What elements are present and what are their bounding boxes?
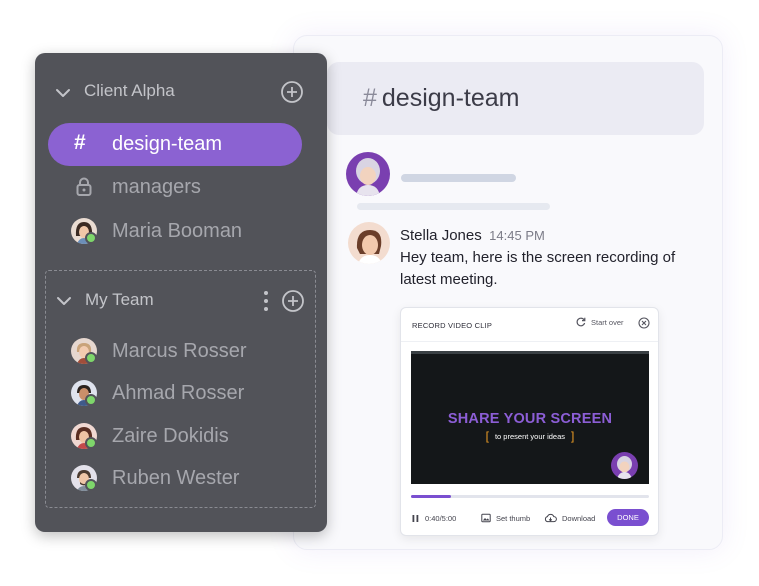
add-circle-icon[interactable] [280,80,304,104]
video-progress-fill [411,495,452,498]
video-headline: SHARE YOUR SCREEN [447,411,613,427]
cloud-download-icon [544,513,557,523]
chevron-down-icon[interactable] [54,84,72,102]
download-label: Download [562,513,596,523]
video-subtext: to present your ideas [494,431,566,441]
refresh-icon [576,317,586,327]
message-meta: Stella Jones 14:45 PM [400,227,545,245]
video-clip-card: RECORD VIDEO CLIP Start over SHARE YOUR … [400,307,659,536]
chat-panel: # design-team Stella Jones 14:45 PM Hey … [293,35,723,550]
sidebar-item-maria-booman[interactable]: Maria Booman [71,218,301,246]
sidebar-item-label: Zaire Dokidis [112,425,229,447]
message-placeholder-line [401,174,516,182]
add-circle-icon[interactable] [281,289,305,313]
channel-hash-icon: # [363,84,377,112]
workspace-header[interactable]: Client Alpha [54,80,306,104]
playback-time: 0:40/5:00 [425,513,457,523]
download-button[interactable]: Download [544,509,595,527]
start-over-label: Start over [591,317,624,327]
channel-header: # design-team [327,62,704,135]
playback-control: 0:40/5:00 [411,509,456,527]
sidebar-item-design-team[interactable]: # design-team [48,123,302,166]
team-header[interactable]: My Team [55,288,307,314]
message-sender[interactable]: Stella Jones [400,227,482,244]
message-placeholder-line [357,203,550,210]
bracket-left-icon: [ [485,429,489,443]
chevron-down-icon[interactable] [55,292,73,310]
done-button[interactable]: DONE [607,509,649,526]
online-status-icon [85,437,97,449]
image-icon [481,513,491,523]
video-preview-topbar [411,351,649,354]
video-preview[interactable]: SHARE YOUR SCREEN [ to present your idea… [411,351,649,484]
pause-icon[interactable] [411,514,420,523]
sidebar-item-label: design-team [112,133,223,155]
sidebar-item-marcus-rosser[interactable]: Marcus Rosser [71,338,301,366]
video-controls: 0:40/5:00 Set thumb Download DONE [411,509,649,527]
bracket-right-icon: ] [571,429,575,443]
message-text: Hey team, here is the screen recording o… [400,249,676,288]
online-status-icon [85,232,97,244]
sidebar-item-label: Ruben Wester [112,467,240,489]
team-name: My Team [85,290,154,309]
sidebar-item-label: Maria Booman [112,220,243,242]
message-timestamp: 14:45 PM [489,228,545,243]
sidebar-item-zaire-dokidis[interactable]: Zaire Dokidis [71,423,301,451]
video-progress-bar[interactable] [411,495,649,498]
video-card-header: RECORD VIDEO CLIP Start over [401,308,658,342]
hash-icon: # [74,131,86,154]
presenter-avatar [611,452,638,479]
sidebar-item-ahmad-rosser[interactable]: Ahmad Rosser [71,380,301,408]
video-subline: [ to present your ideas ] [411,429,649,443]
lock-icon [76,177,92,196]
avatar[interactable] [346,152,390,196]
sidebar-item-managers[interactable]: managers [71,174,301,202]
sidebar-item-label: managers [112,176,201,198]
online-status-icon [85,352,97,364]
online-status-icon [85,479,97,491]
video-card-title: RECORD VIDEO CLIP [412,321,493,330]
online-status-icon [85,394,97,406]
avatar[interactable] [348,222,390,264]
close-icon[interactable] [638,317,650,329]
start-over-button[interactable]: Start over [576,317,624,327]
set-thumb-label: Set thumb [496,513,531,523]
set-thumb-button[interactable]: Set thumb [481,509,530,527]
sidebar-item-ruben-wester[interactable]: Ruben Wester [71,465,301,493]
more-vertical-icon[interactable] [262,290,270,312]
sidebar-item-label: Ahmad Rosser [112,382,245,404]
sidebar-item-label: Marcus Rosser [112,340,247,362]
channel-title: design-team [381,84,520,112]
workspace-name: Client Alpha [84,81,175,100]
sidebar: Client Alpha # design-team managers Mari… [35,53,327,532]
